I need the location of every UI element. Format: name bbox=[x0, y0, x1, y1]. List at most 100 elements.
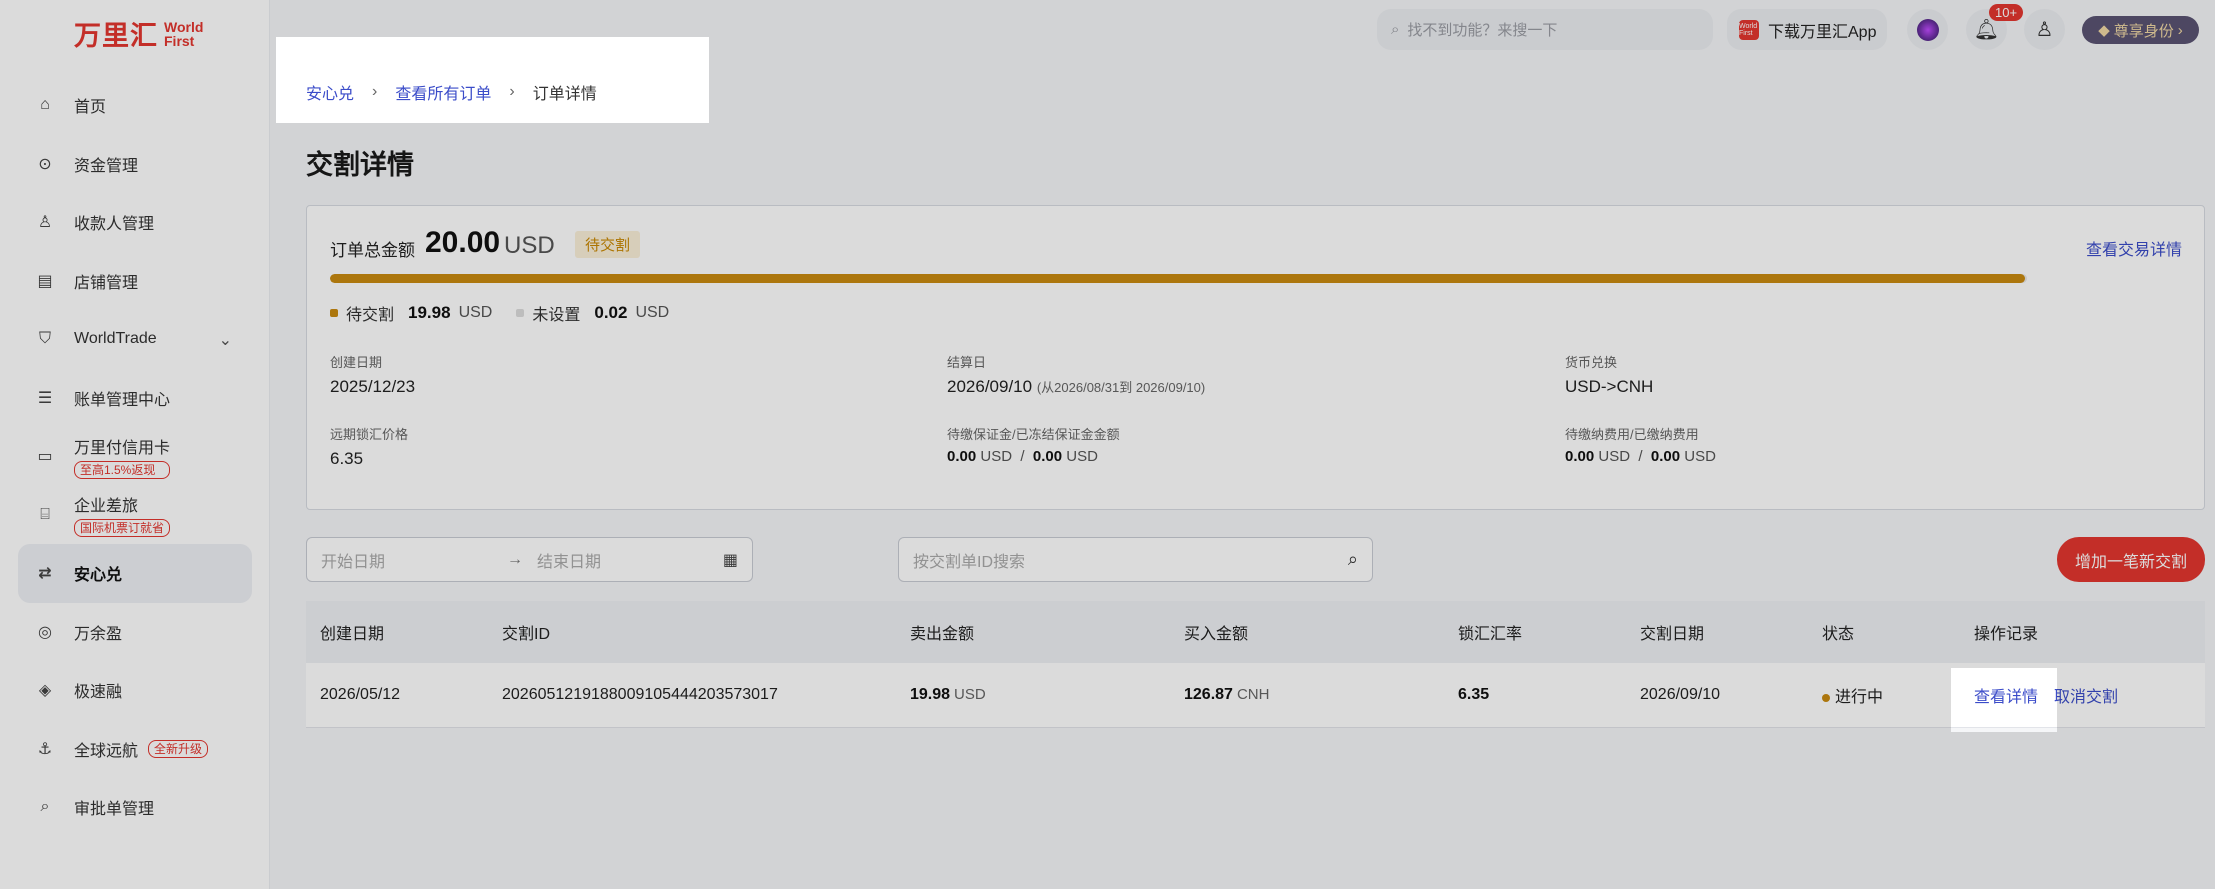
sidebar-item-text: 万里付信用卡 至高1.5%返现 bbox=[74, 434, 171, 479]
cell-buy-currency: CNH bbox=[1236, 686, 1270, 703]
start-date-input[interactable]: 开始日期 bbox=[321, 548, 385, 572]
sidebar-item-wanyuying[interactable]: ◎ 万余盈 bbox=[18, 603, 252, 662]
vip-status-button[interactable]: ◆ 尊享身份 › bbox=[2082, 16, 2199, 44]
view-trade-details-link[interactable]: 查看交易详情 bbox=[2086, 236, 2182, 260]
settlement-range: (从2026/08/31到 2026/09/10) bbox=[1036, 380, 1206, 395]
field-label: 创建日期 bbox=[330, 355, 383, 370]
fx-field: 货币兑换 USD->CNH bbox=[1565, 352, 1653, 397]
unit: USD bbox=[980, 448, 1013, 465]
total-amount-label: 订单总金额 bbox=[330, 241, 415, 260]
luggage-icon: ⌸ bbox=[40, 505, 50, 523]
promo-tag: 国际机票订就省 bbox=[74, 519, 171, 538]
card-icon: ▭ bbox=[37, 448, 53, 466]
unit: USD bbox=[1066, 448, 1098, 465]
vip-label: 尊享身份 bbox=[2113, 22, 2174, 40]
column-header: 卖出金额 bbox=[910, 626, 975, 643]
chevron-right-icon: › bbox=[2177, 21, 2183, 39]
add-delivery-button[interactable]: 增加一笔新交割 bbox=[2057, 537, 2205, 582]
column-header: 买入金额 bbox=[1184, 626, 1249, 643]
cell-rate: 6.35 bbox=[1458, 686, 1490, 703]
sidebar-item-label: 万余盈 bbox=[74, 625, 123, 643]
sidebar: 万里汇 World First ⌂ 首页 ⊙ 资金管理 ♙ 收款人管理 ▤ 店铺… bbox=[0, 0, 270, 889]
shield-icon: ⛉ bbox=[38, 330, 51, 348]
sidebar-item-label: 全球远航 bbox=[74, 742, 139, 760]
column-header: 创建日期 bbox=[320, 626, 385, 643]
view-details-link[interactable]: 查看详情 bbox=[1974, 683, 2038, 707]
breadcrumb-anxindui[interactable]: 安心兑 bbox=[306, 80, 354, 104]
cell-delivery-id: 2026051219188009105444203573017 bbox=[502, 686, 778, 703]
cell-sell-amount: 19.98 bbox=[910, 686, 951, 703]
chevron-down-icon: ⌄ bbox=[218, 332, 232, 349]
status-dot bbox=[1822, 694, 1830, 702]
sidebar-item-home[interactable]: ⌂ 首页 bbox=[18, 76, 252, 135]
sidebar-item-funds[interactable]: ⊙ 资金管理 bbox=[18, 135, 252, 194]
end-date-input[interactable]: 结束日期 bbox=[537, 548, 601, 572]
download-app-label: 下载万里汇App bbox=[1768, 23, 1877, 41]
unit: USD bbox=[1598, 448, 1631, 465]
sidebar-item-label: 安心兑 bbox=[74, 567, 123, 585]
account-button[interactable]: ♙ bbox=[2024, 9, 2065, 50]
ai-assistant-icon bbox=[1916, 18, 1939, 41]
global-search[interactable]: ⌕ 找不到功能？来搜一下 bbox=[1377, 9, 1713, 50]
globe-icon: ⚓ bbox=[37, 740, 53, 758]
sidebar-item-label: 企业差旅 bbox=[74, 498, 139, 516]
sidebar-item-anxindui[interactable]: ⇄ 安心兑 bbox=[18, 544, 252, 603]
app-logo-icon: World First bbox=[1739, 19, 1759, 40]
user-icon: ♙ bbox=[37, 214, 53, 232]
bill-icon: ☰ bbox=[37, 389, 53, 407]
field-value: 2025/12/23 bbox=[330, 377, 416, 396]
approval-icon: ⌕ bbox=[40, 798, 50, 816]
user-avatar-icon: ♙ bbox=[2035, 19, 2054, 41]
ai-assistant-button[interactable] bbox=[1907, 9, 1948, 50]
page-title: 交割详情 bbox=[306, 150, 414, 180]
sidebar-item-text: 企业差旅 国际机票订就省 bbox=[74, 492, 171, 538]
column-header: 操作记录 bbox=[1974, 626, 2039, 643]
search-icon: ⌕ bbox=[1391, 21, 1400, 38]
legend-label-unset: 未设置 bbox=[532, 307, 581, 324]
date-range-picker[interactable]: 开始日期 → 结束日期 ▦ bbox=[306, 537, 753, 582]
total-amount-value: 20.00 bbox=[425, 226, 501, 259]
sidebar-item-label: 资金管理 bbox=[74, 157, 139, 175]
sidebar-item-bills[interactable]: ☰ 账单管理中心 bbox=[18, 369, 252, 428]
breadcrumb-current: 订单详情 bbox=[532, 86, 597, 103]
sidebar-item-label: 极速融 bbox=[74, 684, 123, 702]
field-value: USD->CNH bbox=[1565, 377, 1654, 396]
field-value: 6.35 bbox=[330, 449, 364, 468]
legend-unit: USD bbox=[458, 304, 493, 321]
settlement-date-field: 结算日 2026/09/10 (从2026/08/31到 2026/09/10) bbox=[947, 352, 1205, 397]
sidebar-item-approvals[interactable]: ⌕ 审批单管理 bbox=[18, 778, 252, 837]
exchange-icon: ⇄ bbox=[38, 565, 52, 583]
sidebar-item-global[interactable]: ⚓ 全球远航 全新升级 bbox=[18, 720, 252, 779]
sidebar-item-payees[interactable]: ♙ 收款人管理 bbox=[18, 193, 252, 252]
cell-buy-amount: 126.87 bbox=[1184, 686, 1233, 703]
cell-sell-currency: USD bbox=[954, 686, 986, 703]
created-date-field: 创建日期 2025/12/23 bbox=[330, 352, 415, 397]
field-label: 结算日 bbox=[947, 355, 987, 370]
forward-rate-field: 远期锁汇价格 6.35 bbox=[330, 424, 408, 469]
calendar-icon[interactable]: ▦ bbox=[723, 550, 738, 570]
search-icon[interactable]: ⌕ bbox=[1348, 549, 1358, 570]
legend-dot-pending bbox=[330, 309, 338, 317]
sidebar-item-worldtrade[interactable]: ⛉ WorldTrade ⌄ bbox=[18, 310, 252, 369]
progress-legend: 待交割 19.98 USD 未设置 0.02 USD bbox=[330, 301, 669, 325]
sidebar-item-travel[interactable]: ⌸ 企业差旅 国际机票订就省 bbox=[18, 486, 252, 545]
sidebar-item-credit-card[interactable]: ▭ 万里付信用卡 至高1.5%返现 bbox=[18, 427, 252, 486]
search-input[interactable]: 按交割单ID搜索 bbox=[913, 548, 1025, 572]
breadcrumb-separator: › bbox=[509, 83, 515, 100]
cell-status: 进行中 bbox=[1822, 683, 1883, 707]
breadcrumb-all-orders[interactable]: 查看所有订单 bbox=[395, 80, 491, 104]
download-app-button[interactable]: World First 下载万里汇App bbox=[1727, 9, 1887, 50]
delivery-id-search[interactable]: 按交割单ID搜索 ⌕ bbox=[898, 537, 1373, 582]
sidebar-item-label: 万里付信用卡 bbox=[74, 439, 171, 457]
margin-frozen-value: 0.00 bbox=[1032, 448, 1063, 465]
sidebar-item-jisurong[interactable]: ◈ 极速融 bbox=[18, 661, 252, 720]
slash: / bbox=[1020, 448, 1025, 465]
sidebar-item-stores[interactable]: ▤ 店铺管理 bbox=[18, 252, 252, 311]
column-header: 交割日期 bbox=[1640, 626, 1705, 643]
legend-value-unset: 0.02 bbox=[594, 303, 628, 322]
fee-pending-value: 0.00 bbox=[1565, 448, 1595, 465]
legend-unit: USD bbox=[635, 304, 670, 321]
logo[interactable]: 万里汇 World First bbox=[74, 14, 203, 53]
cancel-delivery-link[interactable]: 取消交割 bbox=[2054, 683, 2118, 707]
delivery-table: 创建日期 交割ID 卖出金额 买入金额 锁汇汇率 交割日期 状态 操作记录 20… bbox=[306, 601, 2205, 728]
